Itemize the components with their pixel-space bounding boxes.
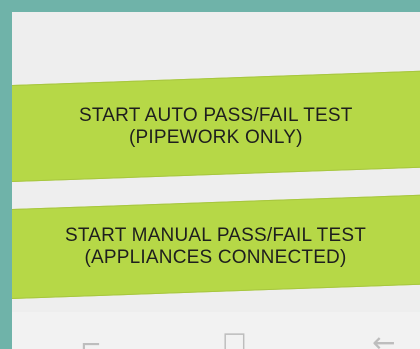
start-auto-pass-fail-test-label: START AUTO PASS/FAIL TEST (PIPEWORK ONLY… [79, 105, 353, 149]
start-manual-pass-fail-test-label: START MANUAL PASS/FAIL TEST (APPLIANCES … [65, 225, 366, 269]
start-manual-pass-fail-test-button[interactable]: START MANUAL PASS/FAIL TEST (APPLIANCES … [12, 194, 420, 299]
home-icon[interactable]: □ [222, 329, 247, 349]
start-manual-pass-fail-test-line1: START MANUAL PASS/FAIL TEST [65, 225, 367, 247]
system-navigation-bar: ⌐ □ ← [12, 312, 420, 349]
start-manual-pass-fail-test-line2: (APPLIANCES CONNECTED) [84, 246, 347, 268]
back-icon[interactable]: ← [372, 329, 395, 349]
app-screen: START AUTO PASS/FAIL TEST (PIPEWORK ONLY… [12, 12, 420, 349]
recents-icon[interactable]: ⌐ [80, 333, 102, 349]
device-frame: START AUTO PASS/FAIL TEST (PIPEWORK ONLY… [0, 0, 420, 349]
start-auto-pass-fail-test-line2: (PIPEWORK ONLY) [129, 126, 303, 148]
start-auto-pass-fail-test-line1: START AUTO PASS/FAIL TEST [79, 104, 353, 126]
start-auto-pass-fail-test-button[interactable]: START AUTO PASS/FAIL TEST (PIPEWORK ONLY… [12, 70, 420, 182]
